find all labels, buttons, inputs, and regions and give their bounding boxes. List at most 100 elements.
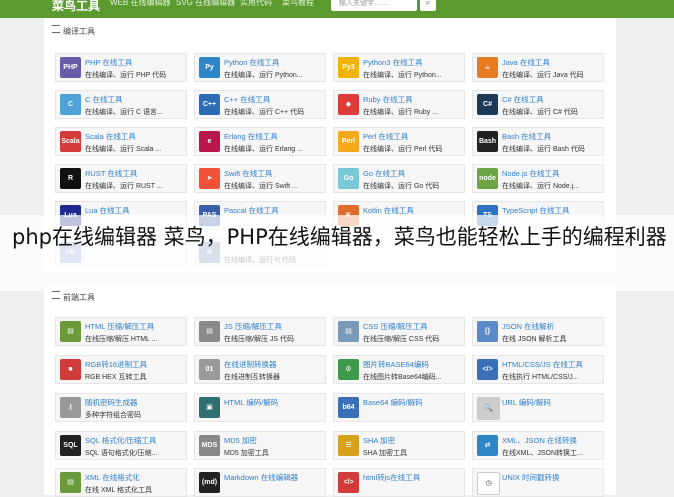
tool-title[interactable]: SHA 加密 — [363, 435, 395, 446]
tool-title[interactable]: XML、JSON 在线转换 — [502, 435, 577, 446]
tool-title[interactable]: URL 编码/解码 — [502, 397, 551, 408]
tool-title[interactable]: Scala 在线工具 — [85, 131, 136, 142]
top-nav-bar: 菜鸟工具 WEB 在线编辑器 SVG 在线编辑器 实用代码 菜鸟教程 输入关键字… — [0, 0, 674, 18]
tool-tile[interactable]: 🔍 URL 编码/解码 — [472, 393, 604, 422]
section-heading: 编译工具 — [52, 25, 95, 37]
tool-desc: 在线编译、运行 Python... — [363, 72, 442, 79]
tool-tile[interactable]: ☰ SHA 加密 SHA 加密工具 — [333, 431, 465, 460]
tool-title[interactable]: Base64 编码/解码 — [363, 397, 423, 408]
css-compress-icon: ▤ — [338, 321, 359, 342]
tool-tile[interactable]: ◷ UNIX 时间戳转换 — [472, 468, 604, 497]
tool-tile[interactable]: R RUST 在线工具 在线编译、运行 RUST ... — [55, 164, 187, 193]
tool-tile[interactable]: {} JSON 在线解析 在线 JSON 解析工具 — [472, 317, 604, 346]
tool-tile[interactable]: ■ RGB转16进制工具 RGB HEX 互转工具 — [55, 355, 187, 384]
tool-desc: 在线进制互转换器 — [224, 374, 280, 381]
nav-code[interactable]: 实用代码 — [240, 0, 272, 8]
url-icon: 🔍 — [477, 397, 500, 420]
tool-tile[interactable]: 01 在线进制转换器 在线进制互转换器 — [194, 355, 326, 384]
tool-tile[interactable]: ◆ Ruby 在线工具 在线编译、运行 Ruby ... — [333, 90, 465, 119]
tool-tile[interactable]: ➤ Swift 在线工具 在线编译、运行 Swift ... — [194, 164, 326, 193]
search-input[interactable]: 输入关键字…… — [331, 0, 417, 11]
tool-tile[interactable]: node Node.js 在线工具 在线编译、运行 Node.j... — [472, 164, 604, 193]
tool-tile[interactable]: ▤ XML 在线格式化 在线 XML 格式化工具 — [55, 468, 187, 497]
nav-web-editor[interactable]: WEB 在线编辑器 — [110, 0, 170, 8]
list-icon — [52, 25, 60, 33]
unix-time-icon: ◷ — [477, 472, 500, 495]
sql-icon: SQL — [60, 435, 81, 456]
tool-tile[interactable]: ☕ Java 在线工具 在线编译、运行 Java 代码 — [472, 53, 604, 82]
tool-title[interactable]: C 在线工具 — [85, 94, 123, 105]
tool-tile[interactable]: </> html转js在线工具 — [333, 468, 465, 497]
tool-title[interactable]: RUST 在线工具 — [85, 168, 137, 179]
tool-title[interactable]: Bash 在线工具 — [502, 131, 551, 142]
tool-title[interactable]: Swift 在线工具 — [224, 168, 272, 179]
tool-title[interactable]: C# 在线工具 — [502, 94, 544, 105]
tool-tile[interactable]: ⚙ 图片转BASE64编码 在线图片转Base64编码... — [333, 355, 465, 384]
tool-title[interactable]: PHP 在线工具 — [85, 57, 132, 68]
tool-title[interactable]: JSON 在线解析 — [502, 321, 554, 332]
tool-desc: 在线编译、运行 Erlang ... — [224, 146, 303, 153]
tool-tile[interactable]: e Erlang 在线工具 在线编译、运行 Erlang ... — [194, 127, 326, 156]
tool-tile[interactable]: ▣ HTML 编码/解码 — [194, 393, 326, 422]
caption-text: php在线编辑器 菜鸟，PHP在线编辑器，菜鸟也能轻松上手的编程利器 — [12, 225, 667, 249]
tool-tile[interactable]: </> HTML/CSS/JS 在线工具 在线执行 HTML/CSS/J... — [472, 355, 604, 384]
tool-title[interactable]: HTML/CSS/JS 在线工具 — [502, 359, 583, 370]
tool-tile[interactable]: ⇄ XML、JSON 在线转换 在线XML、JSON转换工... — [472, 431, 604, 460]
tool-title[interactable]: JS 压缩/解压工具 — [224, 321, 282, 332]
tool-title[interactable]: Go 在线工具 — [363, 168, 405, 179]
tool-desc: 在线压缩/解压 CSS 代码 — [363, 336, 440, 343]
tool-title[interactable]: Erlang 在线工具 — [224, 131, 278, 142]
python3-icon: Py3 — [338, 57, 359, 78]
tool-tile[interactable]: Bash Bash 在线工具 在线编译、运行 Bash 代码 — [472, 127, 604, 156]
c-icon: C — [60, 94, 81, 115]
tool-title[interactable]: C++ 在线工具 — [224, 94, 270, 105]
tool-tile[interactable]: Scala Scala 在线工具 在线编译、运行 Scala ... — [55, 127, 187, 156]
tool-tile[interactable]: PHP PHP 在线工具 在线编译、运行 PHP 代码 — [55, 53, 187, 82]
rust-icon: R — [60, 168, 81, 189]
site-logo[interactable]: 菜鸟工具 — [52, 0, 100, 14]
tool-tile[interactable]: ⚷ 随机密码生成器 多种字符组合密码 — [55, 393, 187, 422]
xml-json-icon: ⇄ — [477, 435, 498, 456]
tool-title[interactable]: HTML 编码/解码 — [224, 397, 278, 408]
tool-tile[interactable]: C C 在线工具 在线编译、运行 C 语言... — [55, 90, 187, 119]
search-icon[interactable]: ⌕ — [420, 0, 436, 11]
password-icon: ⚷ — [60, 397, 81, 418]
tool-title[interactable]: 在线进制转换器 — [224, 359, 277, 370]
nav-svg-editor[interactable]: SVG 在线编辑器 — [176, 0, 235, 8]
tool-tile[interactable]: ▤ CSS 压缩/解压工具在线压缩/解压 CSS 代码 — [333, 317, 465, 346]
frontend-tools-panel: 前端工具 ▤ HTML 压缩/解压工具 在线压缩/解压 HTML ... ▤ JS 压缩… — [44, 285, 616, 497]
tool-title[interactable]: UNIX 时间戳转换 — [502, 472, 560, 483]
tool-tile[interactable]: MDS MD5 加密 MD5 加密工具 — [194, 431, 326, 460]
tool-title[interactable]: Ruby 在线工具 — [363, 94, 413, 105]
tool-title[interactable]: html转js在线工具 — [363, 472, 420, 483]
tool-title[interactable]: HTML 压缩/解压工具 — [85, 321, 154, 332]
tool-title[interactable]: 随机密码生成器 — [85, 397, 138, 408]
tool-title[interactable]: Python 在线工具 — [224, 57, 279, 68]
tool-title[interactable]: 图片转BASE64编码 — [363, 359, 429, 370]
tool-title[interactable]: Perl 在线工具 — [363, 131, 408, 142]
cpp-icon: C++ — [199, 94, 220, 115]
tool-tile[interactable]: Go Go 在线工具 在线编译、运行 Go 代码 — [333, 164, 465, 193]
tool-tile[interactable]: Py Python 在线工具 在线编译、运行 Python... — [194, 53, 326, 82]
tool-tile[interactable]: b64 Base64 编码/解码 — [333, 393, 465, 422]
tool-tile[interactable]: SQL SQL 格式化/压缩工具 SQL 语句格式化/压缩... — [55, 431, 187, 460]
tool-tile[interactable]: ▤ JS 压缩/解压工具 在线压缩/解压 JS 代码 — [194, 317, 326, 346]
tool-tile[interactable]: C++ C++ 在线工具 在线编译、运行 C++ 代码 — [194, 90, 326, 119]
tool-tile[interactable]: C# C# 在线工具 在线编译、运行 C# 代码 — [472, 90, 604, 119]
tool-title[interactable]: Java 在线工具 — [502, 57, 550, 68]
tool-desc: 在线 JSON 解析工具 — [502, 336, 567, 343]
tool-tile[interactable]: Py3 Python3 在线工具在线编译、运行 Python... — [333, 53, 465, 82]
tool-title[interactable]: SQL 格式化/压缩工具 — [85, 435, 156, 446]
tool-title[interactable]: XML 在线格式化 — [85, 472, 140, 483]
tool-tile[interactable]: ▤ HTML 压缩/解压工具 在线压缩/解压 HTML ... — [55, 317, 187, 346]
tool-title[interactable]: MD5 加密 — [224, 435, 257, 446]
tool-tile[interactable]: (md) Markdown 在线编辑器 — [194, 468, 326, 497]
tool-title[interactable]: Python3 在线工具 — [363, 57, 423, 68]
nav-tutorial[interactable]: 菜鸟教程 — [282, 0, 314, 8]
tool-title[interactable]: Markdown 在线编辑器 — [224, 472, 298, 483]
tool-title[interactable]: RGB转16进制工具 — [85, 359, 147, 370]
tool-tile[interactable]: Perl Perl 在线工具 在线编译、运行 Perl 代码 — [333, 127, 465, 156]
tool-title[interactable]: CSS 压缩/解压工具 — [363, 321, 428, 332]
tool-desc: MD5 加密工具 — [224, 450, 269, 457]
tool-title[interactable]: Node.js 在线工具 — [502, 168, 560, 179]
